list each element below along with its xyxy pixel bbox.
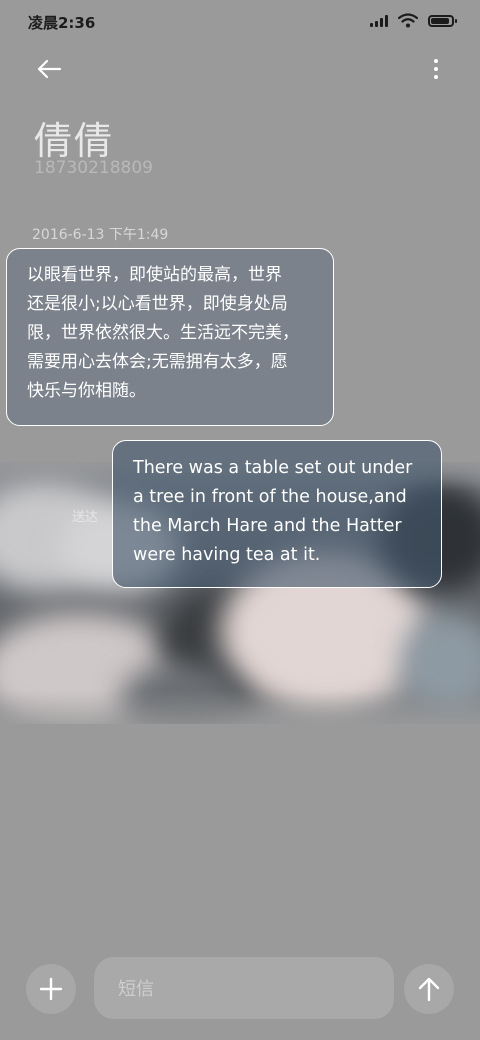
message-line: a tree in front of the house,and	[133, 487, 407, 507]
message-line: 还是很小;以心看世界，即使身处局	[27, 294, 288, 314]
wifi-icon	[398, 13, 418, 28]
background-fade-bottom	[0, 690, 480, 740]
send-arrow-icon	[418, 977, 440, 1002]
plus-icon	[39, 977, 63, 1001]
status-icons	[370, 13, 457, 28]
message-timestamp: 2016-6-13 下午1:49	[32, 227, 169, 243]
message-line: 需要用心去体会;无需拥有太多，愿	[27, 352, 288, 372]
back-button[interactable]	[32, 52, 66, 86]
status-bar: 凌晨2:36	[0, 0, 480, 44]
message-line: 限，世界依然很大。生活远不完美，	[27, 323, 299, 343]
message-line: 快乐与你相随。	[27, 381, 146, 401]
message-line: There was a table set out under	[133, 458, 413, 478]
delivery-status: 送达	[72, 510, 99, 525]
more-vertical-icon	[434, 59, 438, 63]
received-message-bubble[interactable]: 以眼看世界，即使站的最高，世界 还是很小;以心看世界，即使身处局 限，世界依然很…	[6, 248, 334, 426]
send-button[interactable]	[404, 964, 454, 1014]
message-line: were having tea at it.	[133, 545, 321, 565]
add-attachment-button[interactable]	[26, 964, 76, 1014]
message-line: the March Hare and the Hatter	[133, 516, 402, 536]
contact-name: 倩倩	[34, 119, 115, 163]
contact-phone-number: 18730218809	[34, 158, 153, 178]
back-arrow-icon	[37, 59, 62, 79]
battery-level	[431, 17, 449, 24]
signal-icon	[370, 14, 388, 27]
battery-icon	[428, 14, 457, 27]
message-line: 以眼看世界，即使站的最高，世界	[27, 265, 282, 285]
sent-message-bubble[interactable]: There was a table set out under a tree i…	[112, 440, 442, 588]
message-input[interactable]: 短信	[94, 957, 394, 1019]
message-input-placeholder: 短信	[118, 979, 154, 1000]
more-options-button[interactable]	[428, 54, 444, 84]
status-time: 凌晨2:36	[28, 14, 96, 32]
